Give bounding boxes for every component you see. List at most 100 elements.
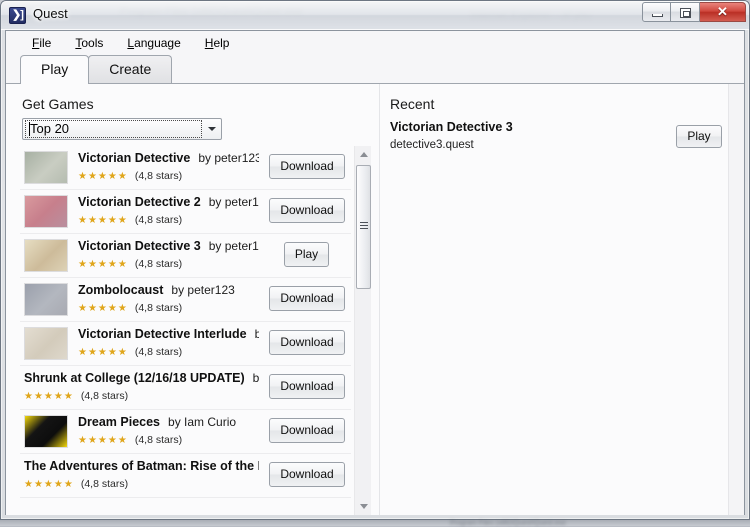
game-list-item[interactable]: Victorian Detective 3 by peter123 ★★★★★ (4,… <box>20 234 351 278</box>
menu-bar: File Tools Language Help <box>6 31 744 54</box>
menu-item-help[interactable]: Help <box>193 33 242 53</box>
game-list-item[interactable]: Zombolocaustby peter123★★★★★(4,8 stars)D… <box>20 278 351 322</box>
minimize-button[interactable] <box>642 2 671 22</box>
backdrop-blur-text-3: Program Files (x86)\Quest\Quest.exe <box>450 520 566 526</box>
game-author: by peter123 <box>209 195 259 209</box>
game-title-line: Victorian Detective Interlude by pe <box>78 325 259 343</box>
download-button[interactable]: Download <box>269 330 345 355</box>
game-author: by pe <box>255 327 259 341</box>
window-bottom-shadow: Program Files (x86)\Quest\Quest.exe <box>0 520 750 526</box>
game-name: Victorian Detective Interlude <box>78 327 247 341</box>
scroll-down-arrow-icon[interactable] <box>355 498 371 515</box>
game-author: by peter123 <box>198 151 259 165</box>
download-button[interactable]: Download <box>269 154 345 179</box>
star-rating-icon: ★★★★★ <box>24 391 74 402</box>
game-info: Victorian Detectiveby peter123★★★★★(4,8 … <box>78 149 259 182</box>
game-author: by S <box>253 371 259 385</box>
game-name: Zombolocaust <box>78 283 163 297</box>
text-caret <box>29 122 30 136</box>
games-scrollbar-thumb[interactable] <box>356 165 371 289</box>
recent-pane: Recent Victorian Detective 3 detective3.… <box>380 84 744 515</box>
download-button[interactable]: Download <box>269 286 345 311</box>
download-button[interactable]: Download <box>269 198 345 223</box>
restore-button[interactable] <box>671 2 700 22</box>
game-list-item[interactable]: Dream Piecesby Iam Curio ★★★★★ (4,8 stars)… <box>20 410 351 454</box>
minimize-icon <box>652 14 663 17</box>
play-button[interactable]: Play <box>284 242 329 267</box>
scrollbar-grip-icon <box>360 222 368 229</box>
game-author: by peter123 <box>209 239 259 253</box>
game-title-line: Victorian Detective 2 by peter123 <box>78 193 259 211</box>
game-title-line: The Adventures of Batman: Rise of the Ri… <box>24 457 259 475</box>
game-title-line: Victorian Detective by peter123 <box>78 149 259 167</box>
client-area: File Tools Language Help Play Create Get… <box>5 30 745 515</box>
tab-create[interactable]: Create <box>88 55 172 83</box>
game-info: Shrunk at College (12/16/18 UPDATE)by S ★… <box>24 369 259 402</box>
game-list-item[interactable]: Victorian Detectiveby peter123★★★★★(4,8 … <box>20 146 351 190</box>
game-rating-text: (4,8 stars) <box>81 478 128 490</box>
close-icon: ✕ <box>700 3 745 21</box>
game-name: The Adventures of Batman: Rise of the Ri… <box>24 459 259 473</box>
game-info: Victorian Detective 3 by peter123 ★★★★★ (4,… <box>78 237 259 270</box>
game-name: Victorian Detective 2 <box>78 195 201 209</box>
menu-item-file[interactable]: File <box>20 33 63 53</box>
star-rating-icon: ★★★★★ <box>78 347 128 358</box>
games-filter-dropdown[interactable]: Top 20 <box>22 118 222 140</box>
recent-title: Recent <box>390 96 434 112</box>
title-bar[interactable]: ❯] Quest ✕ <box>1 1 749 30</box>
game-info: Zombolocaustby peter123★★★★★(4,8 stars) <box>78 281 259 314</box>
game-name: Dream Pieces <box>78 415 160 429</box>
game-list-item[interactable]: Victorian Detective Interlude by pe ★★★★★ (… <box>20 322 351 366</box>
games-list-viewport: Victorian Detective by peter123 ★★★★★ (4,8 … <box>20 146 351 515</box>
menu-item-language[interactable]: Language <box>115 33 192 53</box>
star-rating-icon: ★★★★★ <box>78 171 128 182</box>
game-thumbnail <box>24 283 68 316</box>
star-rating-icon: ★★★★★ <box>24 479 74 490</box>
game-rating-line: ★★★★★ (4,8 stars) <box>24 390 259 402</box>
game-rating-line: ★★★★★ (4,8 stars) <box>78 434 259 446</box>
game-name: Victorian Detective 3 <box>78 239 201 253</box>
recent-item[interactable]: Victorian Detective 3 detective3.quest P… <box>390 120 722 160</box>
game-rating-text: (4,8 stars) <box>135 434 182 446</box>
chevron-down-icon[interactable] <box>203 119 221 139</box>
content-panes: Get Games Top 20 Victorian Detectiveby p… <box>6 84 744 515</box>
games-scrollbar[interactable] <box>354 146 371 515</box>
star-rating-icon: ★★★★★ <box>78 259 128 270</box>
game-rating-text: (4,8 stars) <box>135 346 182 358</box>
window-title: Quest <box>33 6 68 21</box>
game-name: Victorian Detective <box>78 151 190 165</box>
get-games-pane: Get Games Top 20 Victorian Detectiveby p… <box>6 84 379 515</box>
game-list-item[interactable]: Victorian Detective 2 by peter123 ★★★★★(4,… <box>20 190 351 234</box>
menu-item-tools[interactable]: Tools <box>63 33 115 53</box>
game-thumbnail <box>24 415 68 448</box>
scroll-up-arrow-icon[interactable] <box>355 146 371 163</box>
game-rating-text: (4,8 stars) <box>135 258 182 270</box>
download-button[interactable]: Download <box>269 418 345 443</box>
games-filter-text: Top 20 <box>30 121 69 136</box>
recent-game-name: Victorian Detective 3 <box>390 120 722 134</box>
star-rating-icon: ★★★★★ <box>78 215 128 226</box>
star-rating-icon: ★★★★★ <box>78 435 128 446</box>
close-button[interactable]: ✕ <box>700 2 746 22</box>
tab-play[interactable]: Play <box>20 55 89 84</box>
games-filter-value[interactable]: Top 20 <box>25 120 202 138</box>
game-author: by peter123 <box>171 283 234 297</box>
game-rating-line: ★★★★★ (4,8 stars) <box>78 258 259 270</box>
download-button[interactable]: Download <box>269 462 345 487</box>
game-rating-line: ★★★★★ (4,8 stars) <box>78 346 259 358</box>
recent-game-file: detective3.quest <box>390 139 722 151</box>
recent-play-button[interactable]: Play <box>676 125 722 148</box>
game-title-line: Shrunk at College (12/16/18 UPDATE)by S <box>24 369 259 387</box>
game-list-item[interactable]: Shrunk at College (12/16/18 UPDATE)by S ★… <box>20 366 351 410</box>
download-button[interactable]: Download <box>269 374 345 399</box>
restore-icon <box>680 8 691 18</box>
game-rating-text: (4,8 stars) <box>81 390 128 402</box>
game-rating-line: ★★★★★(4,8 stars) <box>78 214 259 226</box>
tab-strip: Play Create <box>6 54 744 84</box>
caption-buttons: ✕ <box>642 2 746 22</box>
recent-scrollbar[interactable] <box>728 84 744 515</box>
game-info: The Adventures of Batman: Rise of the Ri… <box>24 457 259 490</box>
game-list-item[interactable]: The Adventures of Batman: Rise of the Ri… <box>20 454 351 498</box>
game-title-line: Dream Piecesby Iam Curio <box>78 413 259 431</box>
game-info: Victorian Detective Interlude by pe ★★★★★ (… <box>78 325 259 358</box>
